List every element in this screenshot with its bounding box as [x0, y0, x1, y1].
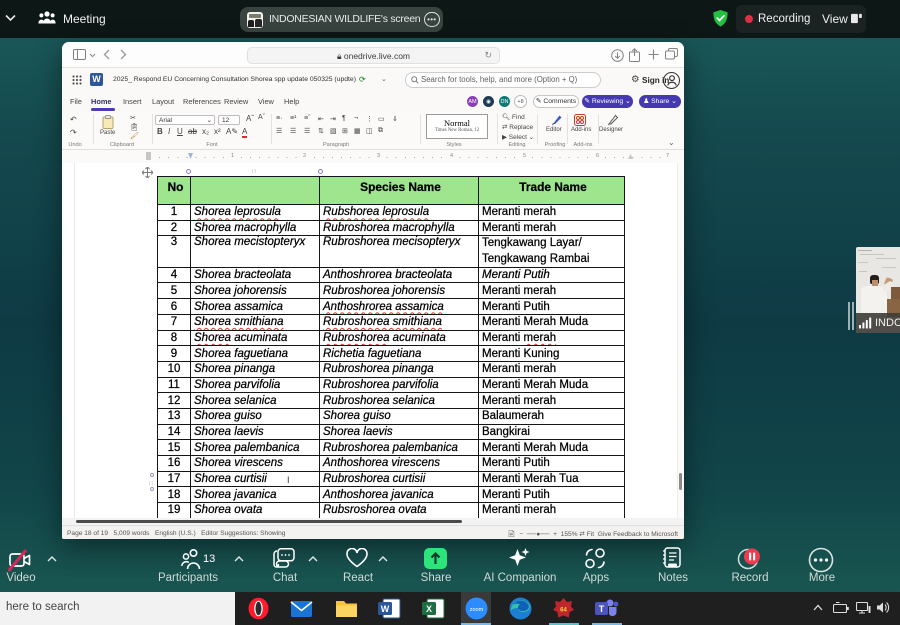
svg-text:T: T	[599, 604, 605, 614]
svg-text:zoom: zoom	[470, 607, 484, 613]
svg-text:W: W	[381, 604, 390, 614]
svg-text:X: X	[426, 604, 432, 614]
svg-text:64: 64	[560, 608, 567, 614]
